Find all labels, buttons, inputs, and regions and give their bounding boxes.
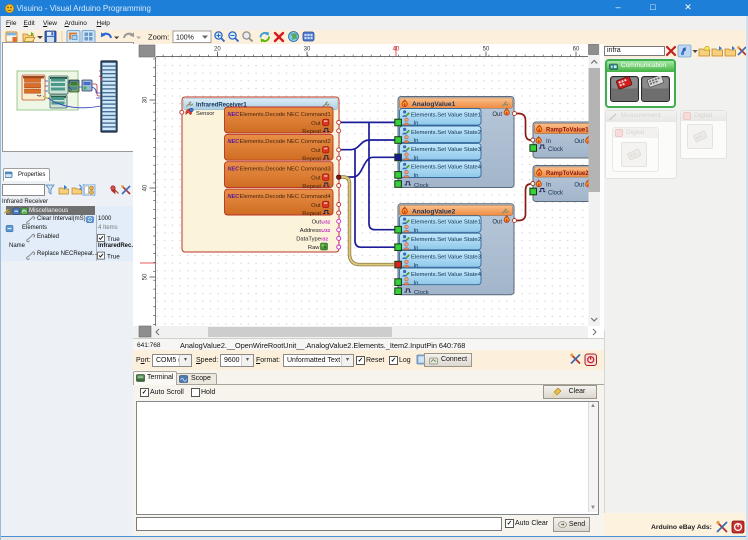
svg-text:Elements.Set Value State1: Elements.Set Value State1 bbox=[411, 112, 481, 118]
svg-text:Clock: Clock bbox=[548, 190, 564, 196]
svg-text:Raw: Raw bbox=[308, 245, 320, 251]
svg-text:RampToValue2: RampToValue2 bbox=[546, 171, 589, 177]
svg-text:Elements.Set Value State3: Elements.Set Value State3 bbox=[411, 147, 482, 153]
svg-text:40: 40 bbox=[143, 184, 149, 191]
svg-text:30: 30 bbox=[143, 96, 149, 103]
svg-text:Elements.Decode NEC Command1: Elements.Decode NEC Command1 bbox=[240, 112, 331, 118]
svg-text:Elements.Set Value State2: Elements.Set Value State2 bbox=[411, 130, 481, 136]
svg-text:Out: Out bbox=[311, 203, 321, 209]
svg-text:In: In bbox=[546, 182, 551, 188]
svg-text:AnalogValue1: AnalogValue1 bbox=[412, 101, 456, 108]
svg-text:Out: Out bbox=[311, 121, 321, 127]
svg-text:U32: U32 bbox=[321, 219, 330, 225]
svg-text:60: 60 bbox=[573, 47, 580, 53]
svg-text:NEC: NEC bbox=[228, 139, 241, 145]
svg-text:In: In bbox=[414, 173, 419, 179]
svg-text:I32: I32 bbox=[321, 236, 328, 242]
svg-text:Zoom:: Zoom: bbox=[148, 33, 169, 42]
svg-text:Out: Out bbox=[311, 176, 321, 182]
svg-text:100%: 100% bbox=[176, 35, 194, 42]
svg-text:Out: Out bbox=[312, 220, 322, 226]
svg-text:Elements.Set Value State4: Elements.Set Value State4 bbox=[411, 272, 482, 278]
svg-text:Elements.Set Value State4: Elements.Set Value State4 bbox=[411, 165, 482, 171]
svg-text:Elements.Decode NEC Command2: Elements.Decode NEC Command2 bbox=[240, 139, 331, 145]
svg-text:Clock: Clock bbox=[414, 183, 429, 189]
svg-text:RampToValue1: RampToValue1 bbox=[546, 127, 589, 133]
svg-text:Elements.Decode NEC Command3: Elements.Decode NEC Command3 bbox=[240, 167, 331, 173]
svg-text:NEC: NEC bbox=[228, 194, 241, 200]
svg-text:AnalogValue2: AnalogValue2 bbox=[412, 208, 456, 215]
svg-text:Clock: Clock bbox=[548, 147, 564, 153]
svg-text:True: True bbox=[107, 235, 120, 242]
svg-text:In: In bbox=[546, 139, 551, 145]
svg-text:Out: Out bbox=[492, 219, 502, 225]
svg-text:Out: Out bbox=[574, 182, 584, 188]
svg-text:20: 20 bbox=[214, 47, 221, 53]
svg-text:True: True bbox=[107, 253, 120, 260]
svg-text:Out: Out bbox=[574, 139, 584, 145]
svg-text:50: 50 bbox=[483, 47, 490, 53]
svg-text:Elements.Decode NEC Command4: Elements.Decode NEC Command4 bbox=[240, 194, 332, 200]
svg-text:Elements.Set Value State1: Elements.Set Value State1 bbox=[411, 220, 481, 226]
svg-text:Out: Out bbox=[311, 148, 321, 154]
svg-text:NEC: NEC bbox=[228, 112, 241, 118]
svg-text:NEC: NEC bbox=[228, 167, 241, 173]
svg-text:Elements.Set Value State3: Elements.Set Value State3 bbox=[411, 254, 482, 260]
svg-text:U32: U32 bbox=[321, 228, 330, 234]
svg-text:Address: Address bbox=[300, 228, 321, 234]
svg-text:Elements.Set Value State2: Elements.Set Value State2 bbox=[411, 237, 481, 243]
svg-text:Clock: Clock bbox=[414, 290, 429, 296]
svg-text:30: 30 bbox=[304, 47, 311, 53]
svg-text:DataType: DataType bbox=[296, 237, 321, 243]
svg-text:40: 40 bbox=[393, 47, 400, 53]
svg-text:Sensor: Sensor bbox=[196, 111, 214, 117]
svg-text:50: 50 bbox=[143, 273, 149, 280]
svg-text:In: In bbox=[414, 280, 419, 286]
svg-text:Out: Out bbox=[492, 112, 502, 118]
svg-text:Repeat: Repeat bbox=[302, 211, 321, 217]
